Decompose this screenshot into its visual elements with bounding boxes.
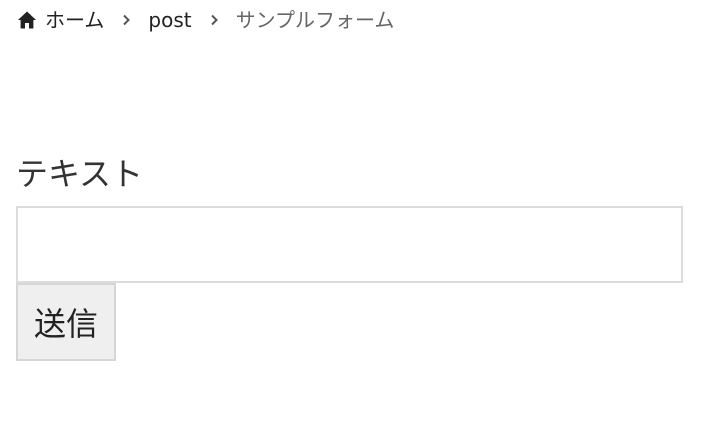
chevron-right-icon: [192, 6, 236, 34]
breadcrumb-item-current: サンプルフォーム: [235, 8, 395, 32]
home-icon: [17, 10, 37, 30]
breadcrumb-home-label: ホーム: [45, 8, 105, 32]
breadcrumb: ホーム post サンプルフォーム: [17, 6, 394, 34]
text-field-label: テキスト: [16, 155, 144, 193]
chevron-right-icon: [104, 6, 148, 34]
submit-button[interactable]: 送信: [16, 283, 116, 361]
text-input[interactable]: [16, 206, 683, 283]
breadcrumb-home-link[interactable]: ホーム: [17, 6, 104, 34]
breadcrumb-item-post[interactable]: post: [148, 6, 191, 34]
